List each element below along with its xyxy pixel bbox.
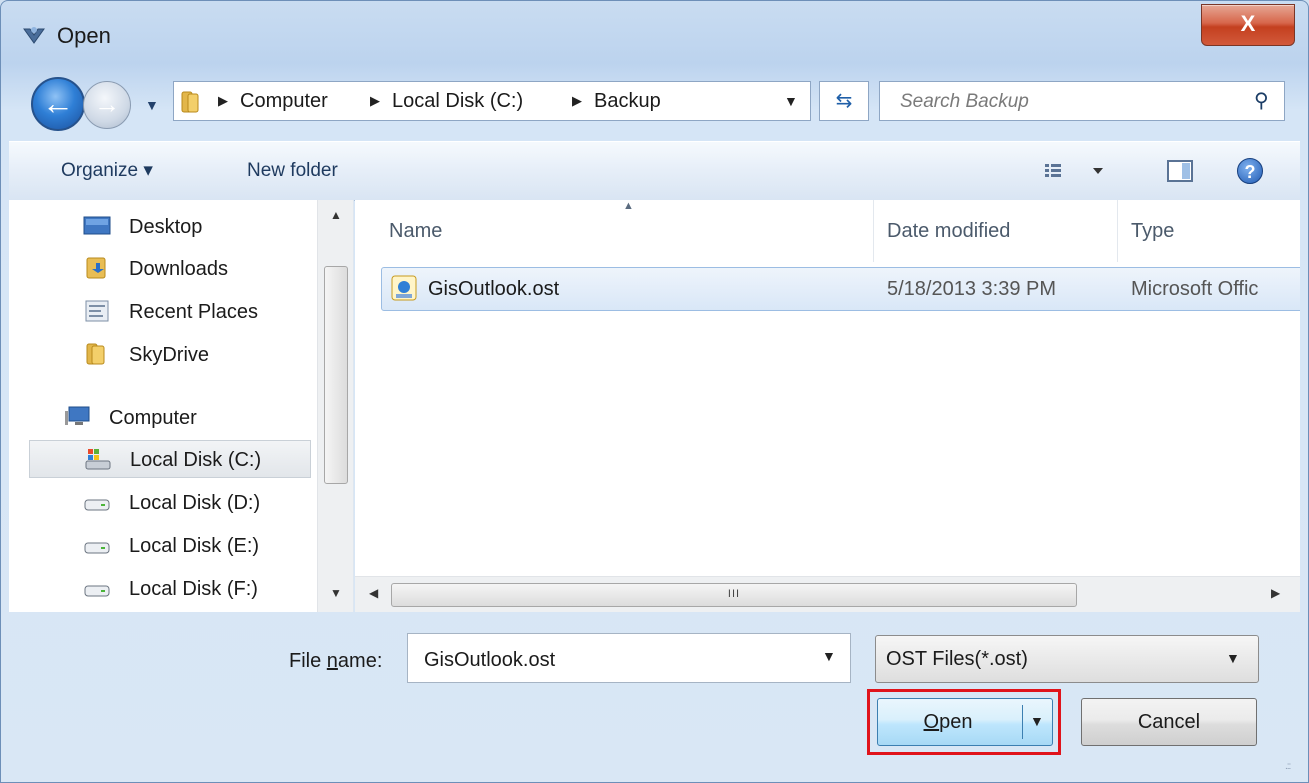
split-divider <box>1022 705 1023 739</box>
sidebar-item-computer[interactable]: Computer <box>9 399 309 437</box>
scroll-up-icon[interactable]: ▲ <box>330 208 342 222</box>
downloads-folder-icon <box>83 256 111 280</box>
breadcrumb-separator-icon: ▶ <box>218 93 228 108</box>
sidebar-item-label: Recent Places <box>129 301 258 323</box>
search-icon[interactable]: ⚲ <box>1254 88 1269 113</box>
cancel-button[interactable]: Cancel <box>1081 698 1257 746</box>
scroll-right-icon[interactable]: ▶ <box>1271 586 1280 600</box>
file-name: GisOutlook.ost <box>428 278 560 300</box>
sidebar-item-local-disk-d[interactable]: Local Disk (D:) <box>9 484 309 522</box>
sidebar-item-label: Computer <box>109 407 197 429</box>
chevron-down-icon: ▼ <box>145 97 159 113</box>
file-list-pane: ▲ Name Date modified Type GisOutlook.ost… <box>355 200 1300 612</box>
file-row[interactable]: GisOutlook.ost 5/18/2013 3:39 PM Microso… <box>381 267 1300 311</box>
address-bar[interactable]: ▶ Computer ▶ Local Disk (C:) ▶ Backup ▼ <box>173 81 811 121</box>
file-date-modified: 5/18/2013 3:39 PM <box>887 278 1057 300</box>
computer-icon <box>63 405 91 429</box>
new-folder-button[interactable]: New folder <box>247 142 338 200</box>
change-view-button[interactable] <box>1039 156 1109 186</box>
sidebar-item-label: Local Disk (F:) <box>129 578 258 600</box>
forward-arrow-icon: → <box>94 89 120 119</box>
view-list-icon <box>1045 164 1061 177</box>
resize-grip-icon[interactable]: .:: <box>1285 761 1291 772</box>
sidebar-item-skydrive[interactable]: SkyDrive <box>9 336 309 374</box>
desktop-icon <box>83 214 111 238</box>
sidebar-item-label: Downloads <box>129 258 228 280</box>
file-type-value: OST Files(*.ost) <box>886 648 1028 670</box>
scroll-left-icon[interactable]: ◀ <box>369 586 378 600</box>
chevron-down-icon[interactable]: ▼ <box>822 648 836 664</box>
sidebar-item-recent-places[interactable]: Recent Places <box>9 293 309 331</box>
breadcrumb-local-disk-c[interactable]: Local Disk (C:) <box>392 82 523 120</box>
sidebar-item-downloads[interactable]: Downloads <box>9 250 309 288</box>
chevron-down-icon: ▼ <box>1226 650 1240 666</box>
drive-icon <box>83 490 111 514</box>
breadcrumb-separator-icon: ▶ <box>370 93 380 108</box>
sidebar-item-label: Local Disk (E:) <box>129 535 260 557</box>
sidebar-item-label: SkyDrive <box>129 344 210 366</box>
file-name-label: File name: <box>289 650 383 672</box>
breadcrumb-separator-icon: ▶ <box>572 93 582 108</box>
sidebar-item-local-disk-e[interactable]: Local Disk (E:) <box>9 527 309 565</box>
drive-icon <box>83 576 111 600</box>
sidebar-scrollbar[interactable]: ▲ ▼ <box>317 200 353 612</box>
scrollbar-thumb[interactable]: III <box>391 583 1077 607</box>
app-icon <box>21 25 47 47</box>
help-icon[interactable]: ? <box>1237 158 1263 184</box>
open-button[interactable]: Open ▼ <box>877 698 1053 746</box>
search-box: ⚲ <box>879 81 1285 121</box>
breadcrumb-backup[interactable]: Backup <box>594 82 661 120</box>
sort-ascending-icon: ▲ <box>623 200 634 212</box>
address-dropdown-icon[interactable]: ▼ <box>784 82 798 120</box>
outlook-data-file-icon <box>390 274 418 302</box>
folder-icon <box>180 88 206 114</box>
refresh-button[interactable]: ⇆ <box>819 81 869 121</box>
recent-locations-dropdown[interactable]: ▼ <box>145 97 159 113</box>
title-bar: Open X <box>1 1 1308 71</box>
sidebar-item-desktop[interactable]: Desktop <box>9 208 309 246</box>
column-divider[interactable] <box>1117 200 1118 262</box>
recent-places-icon <box>83 299 111 323</box>
file-name-field[interactable] <box>422 644 806 676</box>
column-header-name[interactable]: Name <box>389 200 442 262</box>
sidebar-item-label: Local Disk (D:) <box>129 492 261 514</box>
window-title: Open <box>57 23 111 48</box>
back-button[interactable]: ← <box>31 77 85 131</box>
folder-icon <box>83 342 111 366</box>
close-button[interactable]: X <box>1201 4 1295 46</box>
navigation-pane: Desktop Downloads Recent Places SkyDrive… <box>9 200 354 612</box>
preview-pane-icon <box>1167 160 1193 182</box>
file-name-combobox: ▼ <box>407 633 851 683</box>
sidebar-item-label: Desktop <box>129 216 203 238</box>
command-toolbar: Organize ▾ New folder ? <box>9 141 1300 201</box>
sidebar-item-local-disk-c[interactable]: Local Disk (C:) <box>29 440 311 478</box>
sidebar-item-label: Local Disk (C:) <box>130 449 262 471</box>
sidebar-item-local-disk-f[interactable]: Local Disk (F:) <box>9 570 309 608</box>
system-drive-icon <box>84 447 112 471</box>
file-type: Microsoft Offic <box>1131 278 1259 300</box>
scroll-down-icon[interactable]: ▼ <box>330 586 342 600</box>
organize-button[interactable]: Organize ▾ <box>61 142 153 200</box>
search-input[interactable] <box>898 87 1232 117</box>
preview-pane-button[interactable] <box>1165 156 1195 186</box>
forward-button[interactable]: → <box>83 81 131 129</box>
back-arrow-icon: ← <box>42 85 74 121</box>
horizontal-scrollbar[interactable]: ◀ III ▶ <box>355 576 1300 612</box>
column-header-date-modified[interactable]: Date modified <box>887 200 1010 262</box>
close-icon: X <box>1240 11 1256 36</box>
file-type-select[interactable]: OST Files(*.ost) ▼ <box>875 635 1259 683</box>
open-options-dropdown-icon[interactable]: ▼ <box>1030 713 1044 729</box>
scrollbar-thumb[interactable] <box>324 266 348 484</box>
column-header-type[interactable]: Type <box>1131 200 1174 262</box>
refresh-icon: ⇆ <box>835 90 853 112</box>
column-divider[interactable] <box>873 200 874 262</box>
drive-icon <box>83 533 111 557</box>
breadcrumb-computer[interactable]: Computer <box>240 82 328 120</box>
open-button-label: Open <box>923 711 973 733</box>
open-dialog: Open X ← → ▼ ▶ Computer ▶ Local Disk (C:… <box>0 0 1309 783</box>
